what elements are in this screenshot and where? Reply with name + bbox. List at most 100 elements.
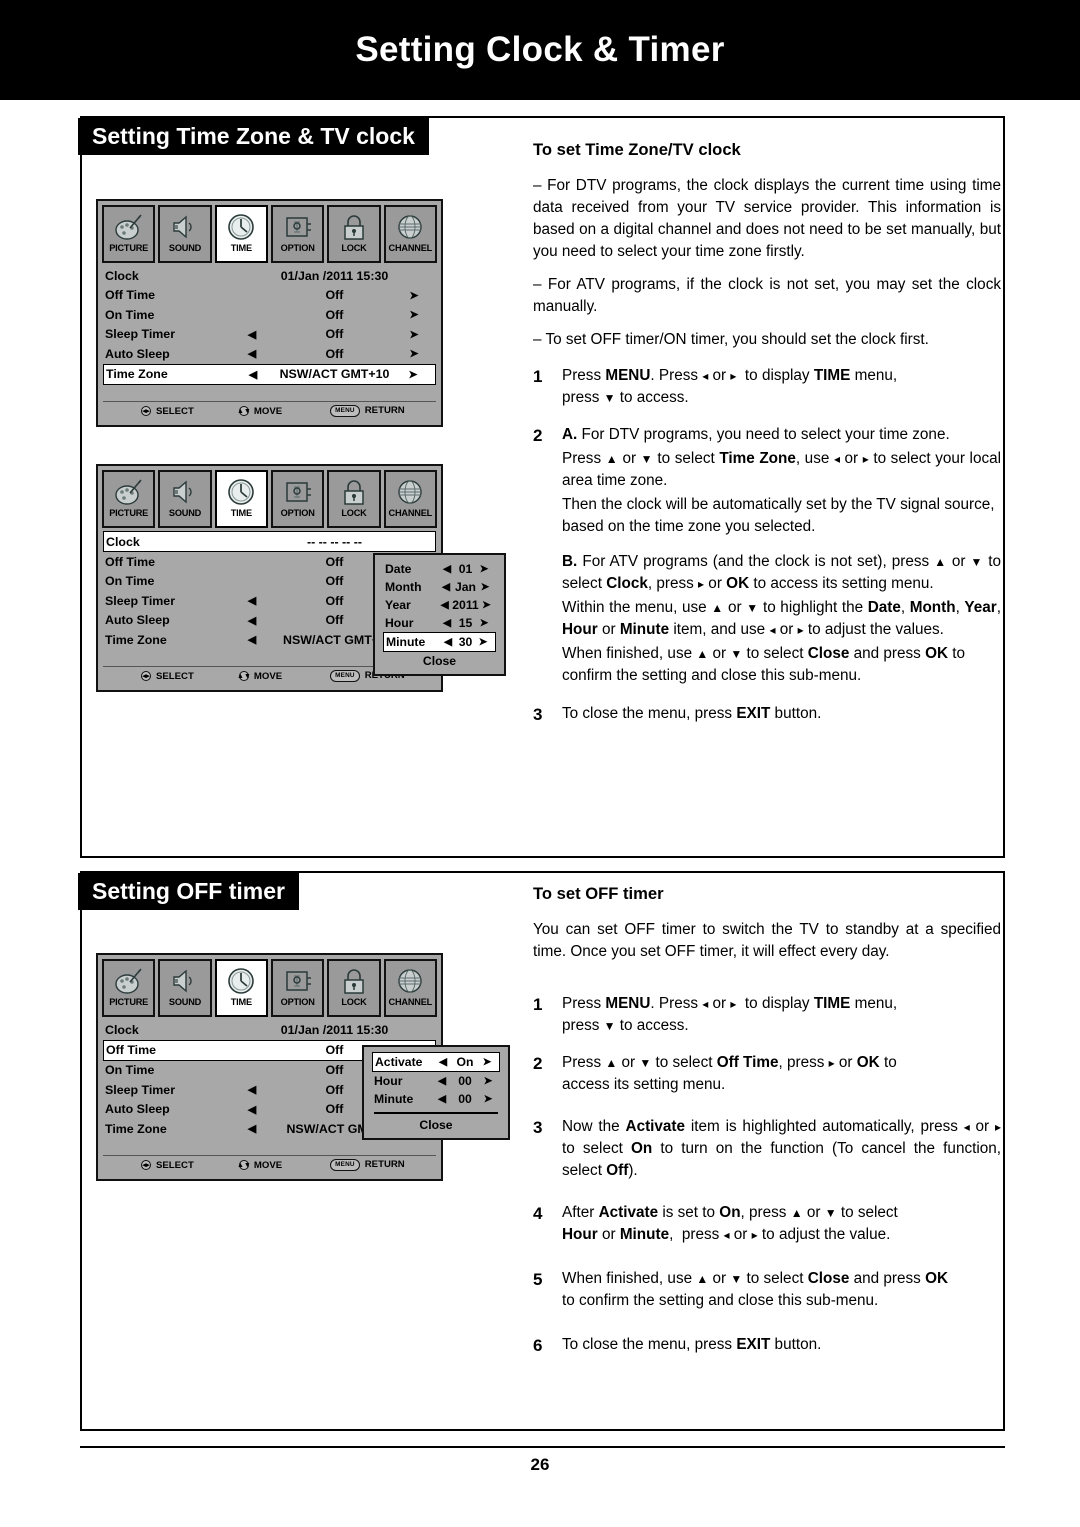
osd-menu-row-selected[interactable]: Time Zone ◀ NSW/ACT GMT+10 ➤ bbox=[103, 363, 436, 385]
osd-tab-channel[interactable]: CHANNEL bbox=[383, 959, 437, 1017]
dialog-row-label: Minute bbox=[374, 1091, 414, 1106]
dialog-right-arrow[interactable]: ➤ bbox=[473, 636, 493, 648]
row-left-arrow[interactable]: ◀ bbox=[229, 594, 275, 607]
dialog-row-value: 15 bbox=[458, 616, 473, 630]
speaker-icon bbox=[170, 964, 200, 998]
timezone-paragraph-1: – For DTV programs, the clock displays t… bbox=[533, 176, 1001, 260]
dialog-left-arrow[interactable]: ◀ bbox=[438, 636, 458, 648]
dialog-left-arrow[interactable]: ◀ bbox=[432, 1093, 452, 1105]
row-right-arrow[interactable]: ➤ bbox=[394, 308, 434, 321]
row-value: Off bbox=[325, 307, 344, 322]
footer-return-label: RETURN bbox=[364, 1159, 405, 1171]
osd-tab-sound[interactable]: SOUND bbox=[158, 470, 212, 528]
osd-tab-time[interactable]: TIME bbox=[214, 470, 268, 528]
dialog-left-arrow[interactable]: ◀ bbox=[432, 1075, 452, 1087]
row-left-arrow[interactable]: ◀ bbox=[229, 1103, 275, 1116]
step-number: 2 bbox=[533, 1053, 543, 1073]
osd-tab-sound[interactable]: SOUND bbox=[158, 959, 212, 1017]
dialog-row-selected[interactable]: Activate ◀ On ➤ bbox=[372, 1052, 500, 1072]
row-right-arrow[interactable]: ➤ bbox=[394, 347, 434, 360]
row-right-arrow[interactable]: ➤ bbox=[393, 368, 433, 381]
osd-footer-bar: ◂▸ SELECT ▲▼ MOVE MENU RETURN bbox=[103, 1155, 436, 1174]
dialog-right-arrow[interactable]: ➤ bbox=[474, 563, 494, 575]
row-left-arrow[interactable]: ◀ bbox=[229, 633, 275, 646]
padlock-icon bbox=[339, 210, 369, 244]
dialog-right-arrow[interactable]: ➤ bbox=[476, 581, 494, 593]
osd-tab-label: TIME bbox=[230, 997, 252, 1007]
dialog-close-button[interactable]: Close bbox=[372, 1116, 500, 1132]
osd-tab-lock[interactable]: LOCK bbox=[327, 470, 381, 528]
dialog-row[interactable]: Year ◀ 2011 ➤ bbox=[383, 596, 496, 614]
osd-tab-lock[interactable]: LOCK bbox=[327, 959, 381, 1017]
footer-move: ▲▼ MOVE bbox=[237, 406, 282, 417]
osd-menu-row[interactable]: Auto Sleep ◀ Off ➤ bbox=[103, 344, 436, 364]
osd-tab-lock[interactable]: LOCK bbox=[327, 205, 381, 263]
dialog-right-arrow[interactable]: ➤ bbox=[474, 617, 494, 629]
osd-tab-label: OPTION bbox=[280, 508, 315, 518]
osd-tab-channel[interactable]: CHANNEL bbox=[383, 205, 437, 263]
row-left-arrow[interactable]: ◀ bbox=[230, 368, 276, 381]
dialog-row-selected[interactable]: Minute ◀ 30 ➤ bbox=[383, 632, 496, 652]
osd-tab-option[interactable]: OPTION bbox=[270, 205, 325, 263]
left-right-arrow-key-icon: ◂▸ bbox=[141, 1160, 151, 1170]
dialog-left-arrow[interactable]: ◀ bbox=[437, 599, 452, 611]
osd-tab-label: SOUND bbox=[168, 243, 202, 253]
offtimer-step-5: 5 When finished, use ▲ or ▼ to select Cl… bbox=[533, 1268, 1001, 1312]
step-number: 5 bbox=[533, 1270, 543, 1290]
dialog-left-arrow[interactable]: ◀ bbox=[437, 617, 457, 629]
row-right-arrow[interactable]: ➤ bbox=[394, 289, 434, 302]
row-label: Off Time bbox=[106, 1043, 157, 1057]
timezone-paragraph-2: – For ATV programs, if the clock is not … bbox=[533, 275, 1001, 315]
osd-tab-option[interactable]: OPTION bbox=[270, 470, 325, 528]
osd-tab-sound[interactable]: SOUND bbox=[158, 205, 212, 263]
osd-tab-picture[interactable]: PICTURE bbox=[102, 470, 156, 528]
dialog-row[interactable]: Hour ◀ 15 ➤ bbox=[383, 614, 496, 632]
step-number: 3 bbox=[533, 1117, 543, 1137]
menu-key-icon: MENU bbox=[330, 670, 360, 682]
dialog-right-arrow[interactable]: ➤ bbox=[479, 599, 494, 611]
dialog-close-button[interactable]: Close bbox=[383, 652, 496, 668]
osd-menu-row-selected[interactable]: Clock -- -- -- -- -- bbox=[103, 531, 436, 552]
dialog-right-arrow[interactable]: ➤ bbox=[478, 1075, 498, 1087]
offtime-setting-dialog: Activate ◀ On ➤ Hour ◀ 00 ➤ Minute ◀ 00 … bbox=[362, 1045, 510, 1140]
osd-icon-row: PICTURE SOUND TIME OPTION LOCK CHANNEL bbox=[98, 466, 441, 528]
osd-menu-row[interactable]: Off Time Off ➤ bbox=[103, 286, 436, 306]
osd-tab-time[interactable]: TIME bbox=[214, 959, 268, 1017]
dialog-left-arrow[interactable]: ◀ bbox=[437, 563, 457, 575]
osd-tab-picture[interactable]: PICTURE bbox=[102, 959, 156, 1017]
osd-menu-row[interactable]: Sleep Timer ◀ Off ➤ bbox=[103, 325, 436, 345]
dialog-row[interactable]: Date ◀ 01 ➤ bbox=[383, 560, 496, 578]
left-right-arrow-key-icon: ◂▸ bbox=[141, 406, 151, 416]
dialog-row[interactable]: Month ◀ Jan ➤ bbox=[383, 578, 496, 596]
dialog-row[interactable]: Hour ◀ 00 ➤ bbox=[372, 1072, 500, 1090]
dialog-left-arrow[interactable]: ◀ bbox=[433, 1056, 453, 1068]
osd-menu-row[interactable]: Clock 01/Jan /2011 15:30 bbox=[103, 266, 436, 286]
osd-tab-time[interactable]: TIME bbox=[214, 205, 268, 263]
step-number: 2 bbox=[533, 426, 543, 446]
dialog-row[interactable]: Minute ◀ 00 ➤ bbox=[372, 1090, 500, 1108]
osd-tab-picture[interactable]: PICTURE bbox=[102, 205, 156, 263]
footer-move-label: MOVE bbox=[253, 670, 283, 682]
osd-tab-label: SOUND bbox=[168, 508, 202, 518]
timezone-paragraph-3: – To set OFF timer/ON timer, you should … bbox=[533, 330, 929, 348]
osd-tab-label: SOUND bbox=[168, 997, 202, 1007]
osd-tab-channel[interactable]: CHANNEL bbox=[383, 470, 437, 528]
osd-menu-row[interactable]: Clock 01/Jan /2011 15:30 bbox=[103, 1020, 436, 1040]
dialog-right-arrow[interactable]: ➤ bbox=[478, 1093, 498, 1105]
dialog-right-arrow[interactable]: ➤ bbox=[477, 1056, 497, 1068]
footer-move-label: MOVE bbox=[253, 1159, 283, 1171]
osd-tab-label: OPTION bbox=[280, 243, 315, 253]
globe-icon bbox=[395, 210, 425, 244]
osd-menu-row[interactable]: On Time Off ➤ bbox=[103, 305, 436, 325]
dialog-row-value: 00 bbox=[458, 1073, 472, 1088]
osd-tab-option[interactable]: OPTION bbox=[270, 959, 325, 1017]
row-left-arrow[interactable]: ◀ bbox=[229, 347, 275, 360]
row-right-arrow[interactable]: ➤ bbox=[394, 328, 434, 341]
dialog-row-label: Year bbox=[385, 598, 411, 612]
row-left-arrow[interactable]: ◀ bbox=[229, 328, 275, 341]
row-label: Sleep Timer bbox=[105, 1082, 176, 1097]
row-left-arrow[interactable]: ◀ bbox=[229, 1083, 275, 1096]
row-left-arrow[interactable]: ◀ bbox=[229, 1122, 275, 1135]
dialog-left-arrow[interactable]: ◀ bbox=[437, 581, 455, 593]
row-left-arrow[interactable]: ◀ bbox=[229, 614, 275, 627]
